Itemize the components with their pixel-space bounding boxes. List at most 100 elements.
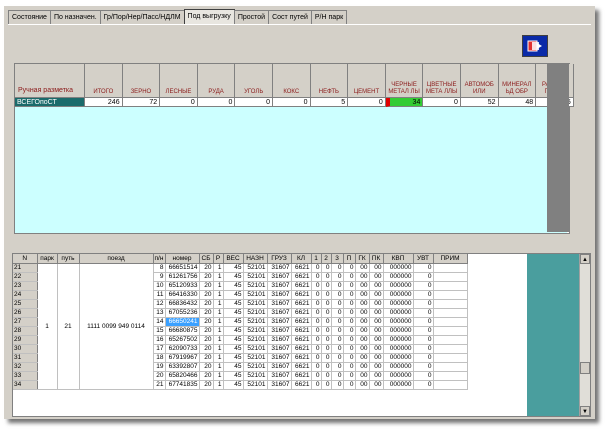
cell-sb[interactable]: 20 (199, 380, 214, 390)
cell-gk[interactable]: 00 (355, 308, 370, 318)
cell-pn[interactable]: 20 (153, 371, 166, 381)
cell-c2[interactable]: 0 (321, 308, 332, 318)
cell-gruz[interactable]: 31607 (267, 299, 292, 309)
cell-prim[interactable] (433, 281, 468, 291)
summary-value-cell[interactable]: 5 (310, 98, 349, 107)
tab-0[interactable]: Состояние (8, 10, 51, 24)
cell-kvp[interactable]: 000000 (383, 281, 414, 291)
cell-nazn[interactable]: 52101 (243, 353, 268, 363)
cell-pk[interactable]: 00 (369, 326, 384, 336)
cell-kvp[interactable]: 000000 (383, 380, 414, 390)
cell-uvt[interactable]: 0 (413, 272, 434, 282)
cell-p[interactable]: 0 (343, 362, 356, 372)
cell-r[interactable]: 1 (213, 344, 224, 354)
cell-ves[interactable]: 45 (223, 335, 244, 345)
cell-pk[interactable]: 00 (369, 380, 384, 390)
cell-c1[interactable]: 0 (311, 290, 322, 300)
cell-pn[interactable]: 19 (153, 362, 166, 372)
cell-kvp[interactable]: 000000 (383, 371, 414, 381)
cell-nazn[interactable]: 52101 (243, 371, 268, 381)
cell-gk[interactable]: 00 (355, 290, 370, 300)
detail-col-header[interactable]: 3 (331, 254, 344, 264)
cell-c1[interactable]: 0 (311, 272, 322, 282)
detail-col-header[interactable]: ВЕС (223, 254, 244, 264)
cell-c3[interactable]: 0 (331, 326, 344, 336)
cell-prim[interactable] (433, 299, 468, 309)
cell-uvt[interactable]: 0 (413, 281, 434, 291)
cell-kvp[interactable]: 000000 (383, 353, 414, 363)
cell-pk[interactable]: 00 (369, 344, 384, 354)
cell-ves[interactable]: 45 (223, 272, 244, 282)
exit-button[interactable] (522, 35, 548, 57)
cell-sb[interactable]: 20 (199, 371, 214, 381)
cell-c2[interactable]: 0 (321, 290, 332, 300)
cell-sb[interactable]: 20 (199, 272, 214, 282)
cell-c1[interactable]: 0 (311, 335, 322, 345)
cell-pn[interactable]: 11 (153, 290, 166, 300)
cell-pk[interactable]: 00 (369, 272, 384, 282)
cell-kl[interactable]: 6621 (291, 326, 312, 336)
summary-value-cell[interactable]: 48 (498, 98, 537, 107)
detail-col-header[interactable]: УВТ (413, 254, 434, 264)
cell-sb[interactable]: 20 (199, 263, 214, 273)
cell-c3[interactable]: 0 (331, 344, 344, 354)
cell-sb[interactable]: 20 (199, 335, 214, 345)
cell-r[interactable]: 1 (213, 380, 224, 390)
cell-prim[interactable] (433, 362, 468, 372)
cell-gruz[interactable]: 31607 (267, 281, 292, 291)
detail-col-header[interactable]: номер (165, 254, 200, 264)
cell-sb[interactable]: 20 (199, 290, 214, 300)
cell-pn[interactable]: 8 (153, 263, 166, 273)
cell-prim[interactable] (433, 308, 468, 318)
cell-sb[interactable]: 20 (199, 317, 214, 327)
cell-p[interactable]: 0 (343, 299, 356, 309)
cell-ves[interactable]: 45 (223, 344, 244, 354)
cell-kl[interactable]: 6621 (291, 317, 312, 327)
cell-nazn[interactable]: 52101 (243, 317, 268, 327)
cell-c1[interactable]: 0 (311, 371, 322, 381)
cell-gruz[interactable]: 31607 (267, 353, 292, 363)
cell-p[interactable]: 0 (343, 335, 356, 345)
detail-col-header[interactable]: 1 (311, 254, 322, 264)
cell-num[interactable]: 66650241 (165, 317, 200, 327)
cell-uvt[interactable]: 0 (413, 290, 434, 300)
cell-ves[interactable]: 45 (223, 281, 244, 291)
cell-uvt[interactable]: 0 (413, 263, 434, 273)
cell-c2[interactable]: 0 (321, 263, 332, 273)
cell-c1[interactable]: 0 (311, 317, 322, 327)
cell-c1[interactable]: 0 (311, 344, 322, 354)
cell-c3[interactable]: 0 (331, 371, 344, 381)
group-track[interactable]: 21 (57, 263, 80, 390)
cell-pn[interactable]: 14 (153, 317, 166, 327)
cell-kl[interactable]: 6621 (291, 299, 312, 309)
cell-r[interactable]: 1 (213, 263, 224, 273)
cell-kl[interactable]: 6621 (291, 263, 312, 273)
cell-c3[interactable]: 0 (331, 317, 344, 327)
cell-c2[interactable]: 0 (321, 344, 332, 354)
cell-c2[interactable]: 0 (321, 272, 332, 282)
cell-pn[interactable]: 12 (153, 299, 166, 309)
cell-kvp[interactable]: 000000 (383, 326, 414, 336)
cell-pk[interactable]: 00 (369, 317, 384, 327)
cell-kl[interactable]: 6621 (291, 335, 312, 345)
cell-c3[interactable]: 0 (331, 335, 344, 345)
detail-col-header[interactable]: ГРУЗ (267, 254, 292, 264)
cell-gk[interactable]: 00 (355, 371, 370, 381)
group-park[interactable]: 1 (37, 263, 58, 390)
cell-pn[interactable]: 21 (153, 380, 166, 390)
cell-p[interactable]: 0 (343, 380, 356, 390)
cell-r[interactable]: 1 (213, 281, 224, 291)
cell-c3[interactable]: 0 (331, 308, 344, 318)
summary-value-cell[interactable]: 0 (348, 98, 386, 107)
cell-p[interactable]: 0 (343, 326, 356, 336)
cell-nazn[interactable]: 52101 (243, 281, 268, 291)
cell-r[interactable]: 1 (213, 317, 224, 327)
cell-c2[interactable]: 0 (321, 380, 332, 390)
cell-prim[interactable] (433, 344, 468, 354)
cell-c1[interactable]: 0 (311, 353, 322, 363)
cell-kl[interactable]: 6621 (291, 290, 312, 300)
cell-uvt[interactable]: 0 (413, 299, 434, 309)
cell-pn[interactable]: 18 (153, 353, 166, 363)
cell-sb[interactable]: 20 (199, 326, 214, 336)
cell-p[interactable]: 0 (343, 308, 356, 318)
